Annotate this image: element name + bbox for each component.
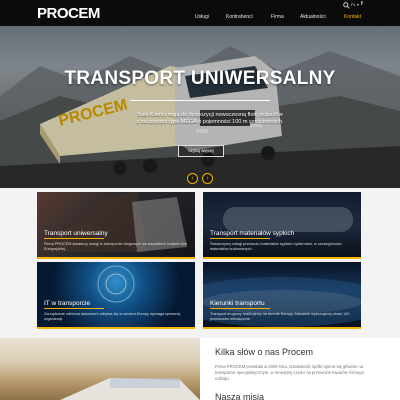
about-title: Kilka słów o nas Procem [215, 347, 314, 357]
nav-item-kontakt[interactable]: Kontakt [344, 14, 361, 20]
card-title: IT w transporcie [44, 300, 91, 307]
card-title: Transport materiałów sypkich [210, 230, 295, 237]
about-photo [0, 338, 200, 400]
hero-subtitle: Nasi Klienci mają do dyspozycji nowoczes… [100, 112, 320, 126]
card-description: Transport drogowy realizujemy na terenie… [210, 312, 350, 321]
hero-subtitle-line-2: z naczepami typu MEGA o pojemności 100 m… [136, 119, 284, 125]
card-underline [210, 308, 270, 309]
site-header: PROCEM PL ▾ f Usługi Kontrahenci Firma A… [0, 0, 400, 26]
hero-background-image: PROCEM [0, 26, 400, 188]
truck-sunset-image [60, 378, 200, 400]
service-card-kierunki-transportu[interactable]: Kierunki transportu Transport drogowy re… [203, 262, 361, 329]
hero-title: TRANSPORT UNIWERSALNY [64, 68, 336, 89]
card-underline [44, 238, 104, 239]
about-text: Firma PROCEM powstała w 2009 roku. Dział… [215, 364, 364, 381]
nav-item-aktualnosci[interactable]: Aktualności [300, 14, 326, 20]
card-underline [44, 308, 104, 309]
service-card-transport-uniwersalny[interactable]: Transport uniwersalny Firma PROCEM świad… [37, 192, 195, 259]
hero-subtitle-line-1: Nasi Klienci mają do dyspozycji nowoczes… [137, 112, 283, 118]
card-description: Firma PROCEM świadczy usługi w transporc… [44, 242, 188, 251]
main-nav: Usługi Kontrahenci Firma Aktualności Kon… [0, 14, 400, 24]
facebook-icon[interactable]: f [361, 1, 363, 7]
slider-prev-arrow-icon[interactable]: ‹ [187, 173, 198, 184]
nav-item-uslugi[interactable]: Usługi [195, 14, 209, 20]
nav-item-kontrahenci[interactable]: Kontrahenci [226, 14, 253, 20]
service-card-it-w-transporcie[interactable]: IT w transporcie Zarządzanie wieloma ład… [37, 262, 195, 329]
slider-next-arrow-icon[interactable]: › [202, 173, 213, 184]
service-card-transport-materialow-sypkich[interactable]: Transport materiałów sypkich Świadczymy … [203, 192, 361, 259]
mission-title: Nasza misja [215, 392, 265, 400]
nav-item-firma[interactable]: Firma [271, 14, 284, 20]
card-title: Kierunki transportu [210, 300, 265, 307]
card-description: Zarządzanie wieloma ładunkami odbywa się… [44, 312, 181, 321]
card-underline [210, 238, 270, 239]
search-icon[interactable] [343, 2, 350, 9]
hero-slider: PROCEM TRANSPORT UNIWERSALNY Nasi Klienc… [0, 26, 400, 188]
read-more-button[interactable]: czytaj więcej [178, 145, 224, 157]
card-description: Świadczymy usługi przewozu materiałów sy… [210, 242, 342, 251]
language-selector[interactable]: PL ▾ [351, 2, 359, 7]
card-title: Transport uniwersalny [44, 230, 108, 237]
hero-divider [130, 100, 270, 101]
